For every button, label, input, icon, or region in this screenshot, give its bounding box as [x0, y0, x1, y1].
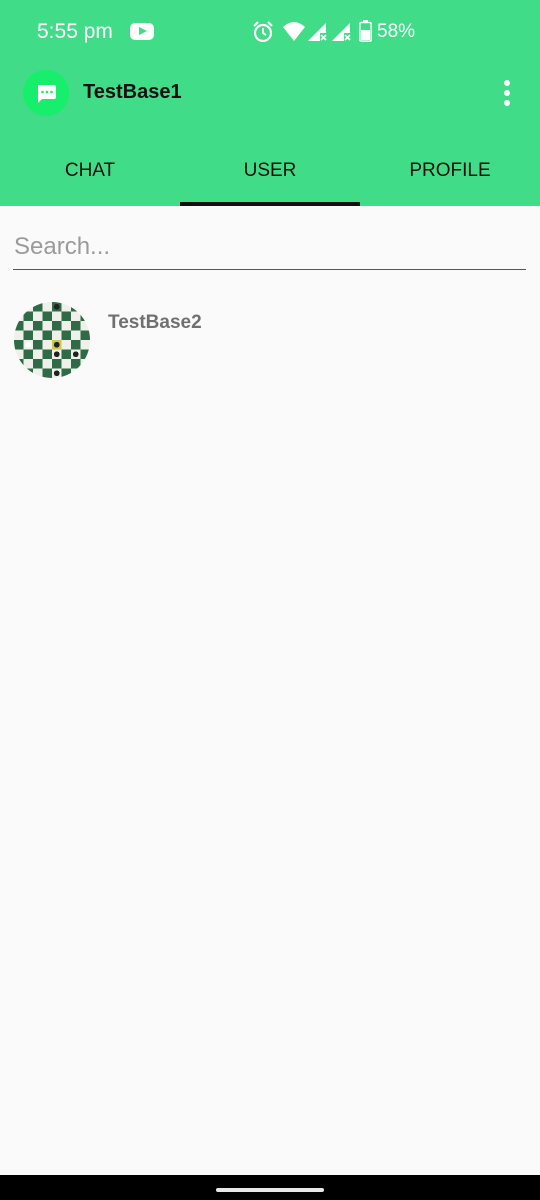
tab-profile[interactable]: PROFILE: [360, 140, 540, 206]
alarm-icon: [253, 21, 273, 43]
app-logo: [23, 70, 69, 116]
status-time: 5:55 pm: [37, 20, 113, 43]
tab-bar: CHAT USER PROFILE: [0, 140, 540, 206]
search-field: [13, 226, 526, 270]
tab-user[interactable]: USER: [180, 140, 360, 206]
chat-bubble-icon: [38, 85, 56, 103]
user-name: TestBase2: [108, 312, 202, 333]
home-handle[interactable]: [216, 1188, 324, 1192]
chessboard-avatar: [14, 302, 90, 378]
search-input[interactable]: [13, 226, 526, 268]
signal-icon: [332, 23, 351, 41]
avatar: [14, 302, 90, 378]
wifi-icon: [283, 22, 305, 41]
battery-icon: [359, 20, 372, 42]
signal-icon: [308, 23, 327, 41]
tab-indicator: [180, 202, 360, 206]
tab-chat[interactable]: CHAT: [0, 140, 180, 206]
user-list-item[interactable]: TestBase2: [0, 298, 540, 388]
app-title: TestBase1: [83, 81, 182, 103]
battery-percentage: 58%: [377, 21, 416, 42]
more-vert-icon[interactable]: [497, 76, 517, 110]
status-bar: 5:55 pm 58%: [0, 0, 540, 64]
youtube-icon: [130, 23, 154, 40]
